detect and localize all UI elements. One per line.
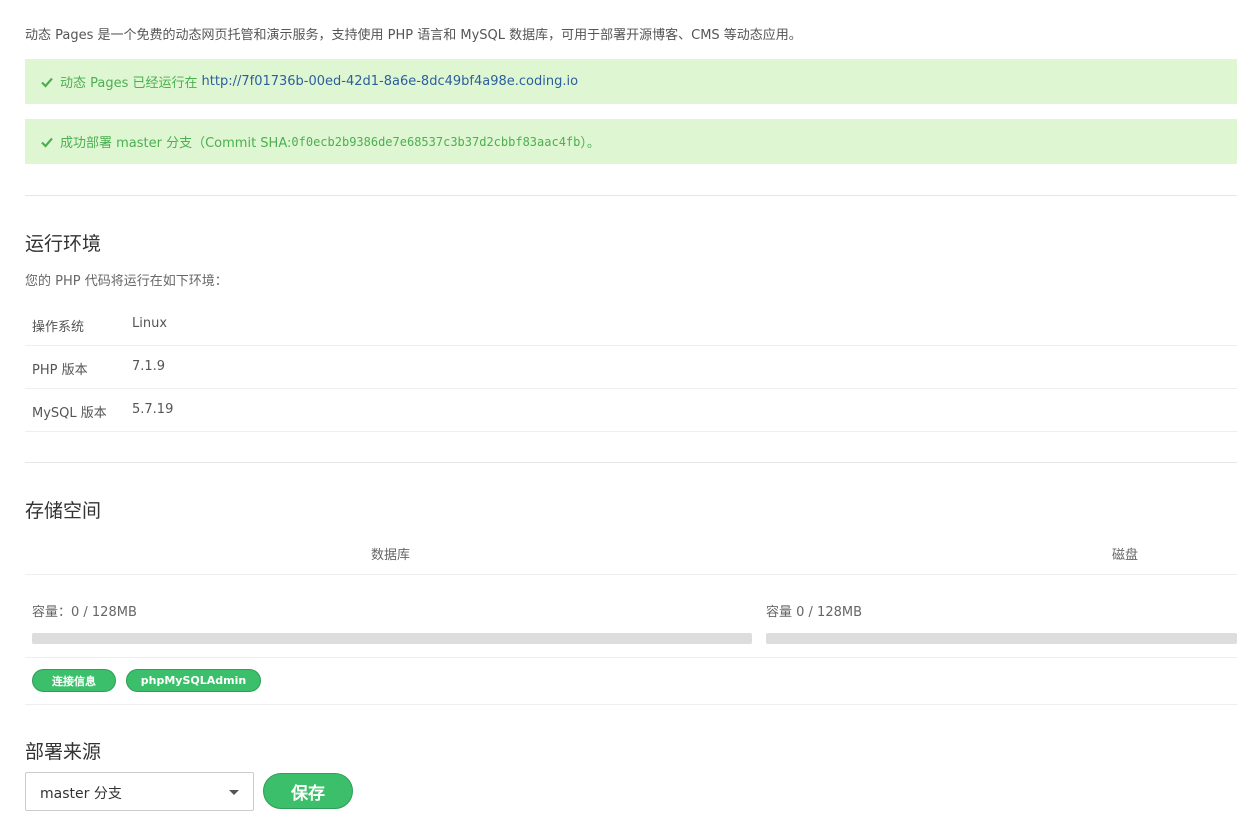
running-alert: 动态 Pages 已经运行在 http://7f01736b-00ed-42d1… [25, 59, 1237, 104]
check-icon [41, 77, 53, 88]
env-value: 7.1.9 [132, 359, 166, 374]
db-usage-bar [32, 633, 752, 644]
chevron-down-icon [229, 790, 239, 795]
disk-usage-bar [766, 633, 1237, 644]
branch-select[interactable]: master 分支 [25, 772, 254, 811]
commit-sha: 0f0ecb2b9386de7e68537c3b37d2cbbf83aac4fb [291, 134, 581, 149]
deploy-alert-suffix: ）。 [580, 136, 600, 151]
divider [25, 462, 1237, 463]
divider [25, 195, 1237, 196]
deploy-alert: 成功部署 master 分支（Commit SHA: 0f0ecb2b9386d… [25, 119, 1237, 164]
deploy-title: 部署来源 [25, 741, 102, 763]
storage-bottom-divider [25, 704, 1237, 705]
env-key: MySQL 版本 [32, 406, 107, 421]
storage-header-divider [25, 574, 1237, 575]
env-subtitle: 您的 PHP 代码将运行在如下环境： [25, 274, 228, 289]
phpmysqladmin-button[interactable]: phpMySQLAdmin [126, 669, 261, 692]
branch-select-value: master 分支 [40, 786, 122, 802]
env-key: 操作系统 [32, 320, 85, 335]
disk-column-header: 磁盘 [1112, 548, 1139, 563]
running-alert-text: 动态 Pages 已经运行在 [60, 76, 198, 91]
storage-title: 存储空间 [25, 500, 102, 522]
db-capacity: 容量：0 / 128MB [32, 605, 137, 620]
running-url-link[interactable]: http://7f01736b-00ed-42d1-8a6e-8dc49bf4a… [202, 74, 579, 89]
env-title: 运行环境 [25, 233, 102, 255]
env-row-os: 操作系统 Linux [25, 302, 1237, 346]
deploy-alert-text: 成功部署 master 分支（Commit SHA: [60, 136, 292, 151]
env-value: 5.7.19 [132, 402, 174, 417]
check-icon [41, 137, 53, 148]
save-button[interactable]: 保存 [263, 773, 353, 809]
env-row-php: PHP 版本 7.1.9 [25, 345, 1237, 389]
connection-info-button[interactable]: 连接信息 [32, 669, 116, 692]
intro-text: 动态 Pages 是一个免费的动态网页托管和演示服务，支持使用 PHP 语言和 … [25, 28, 802, 43]
storage-row-divider [25, 657, 1237, 658]
env-key: PHP 版本 [32, 363, 88, 378]
env-value: Linux [132, 316, 168, 331]
db-column-header: 数据库 [371, 548, 411, 563]
env-row-mysql: MySQL 版本 5.7.19 [25, 388, 1237, 432]
disk-capacity: 容量 0 / 128MB [766, 605, 862, 620]
